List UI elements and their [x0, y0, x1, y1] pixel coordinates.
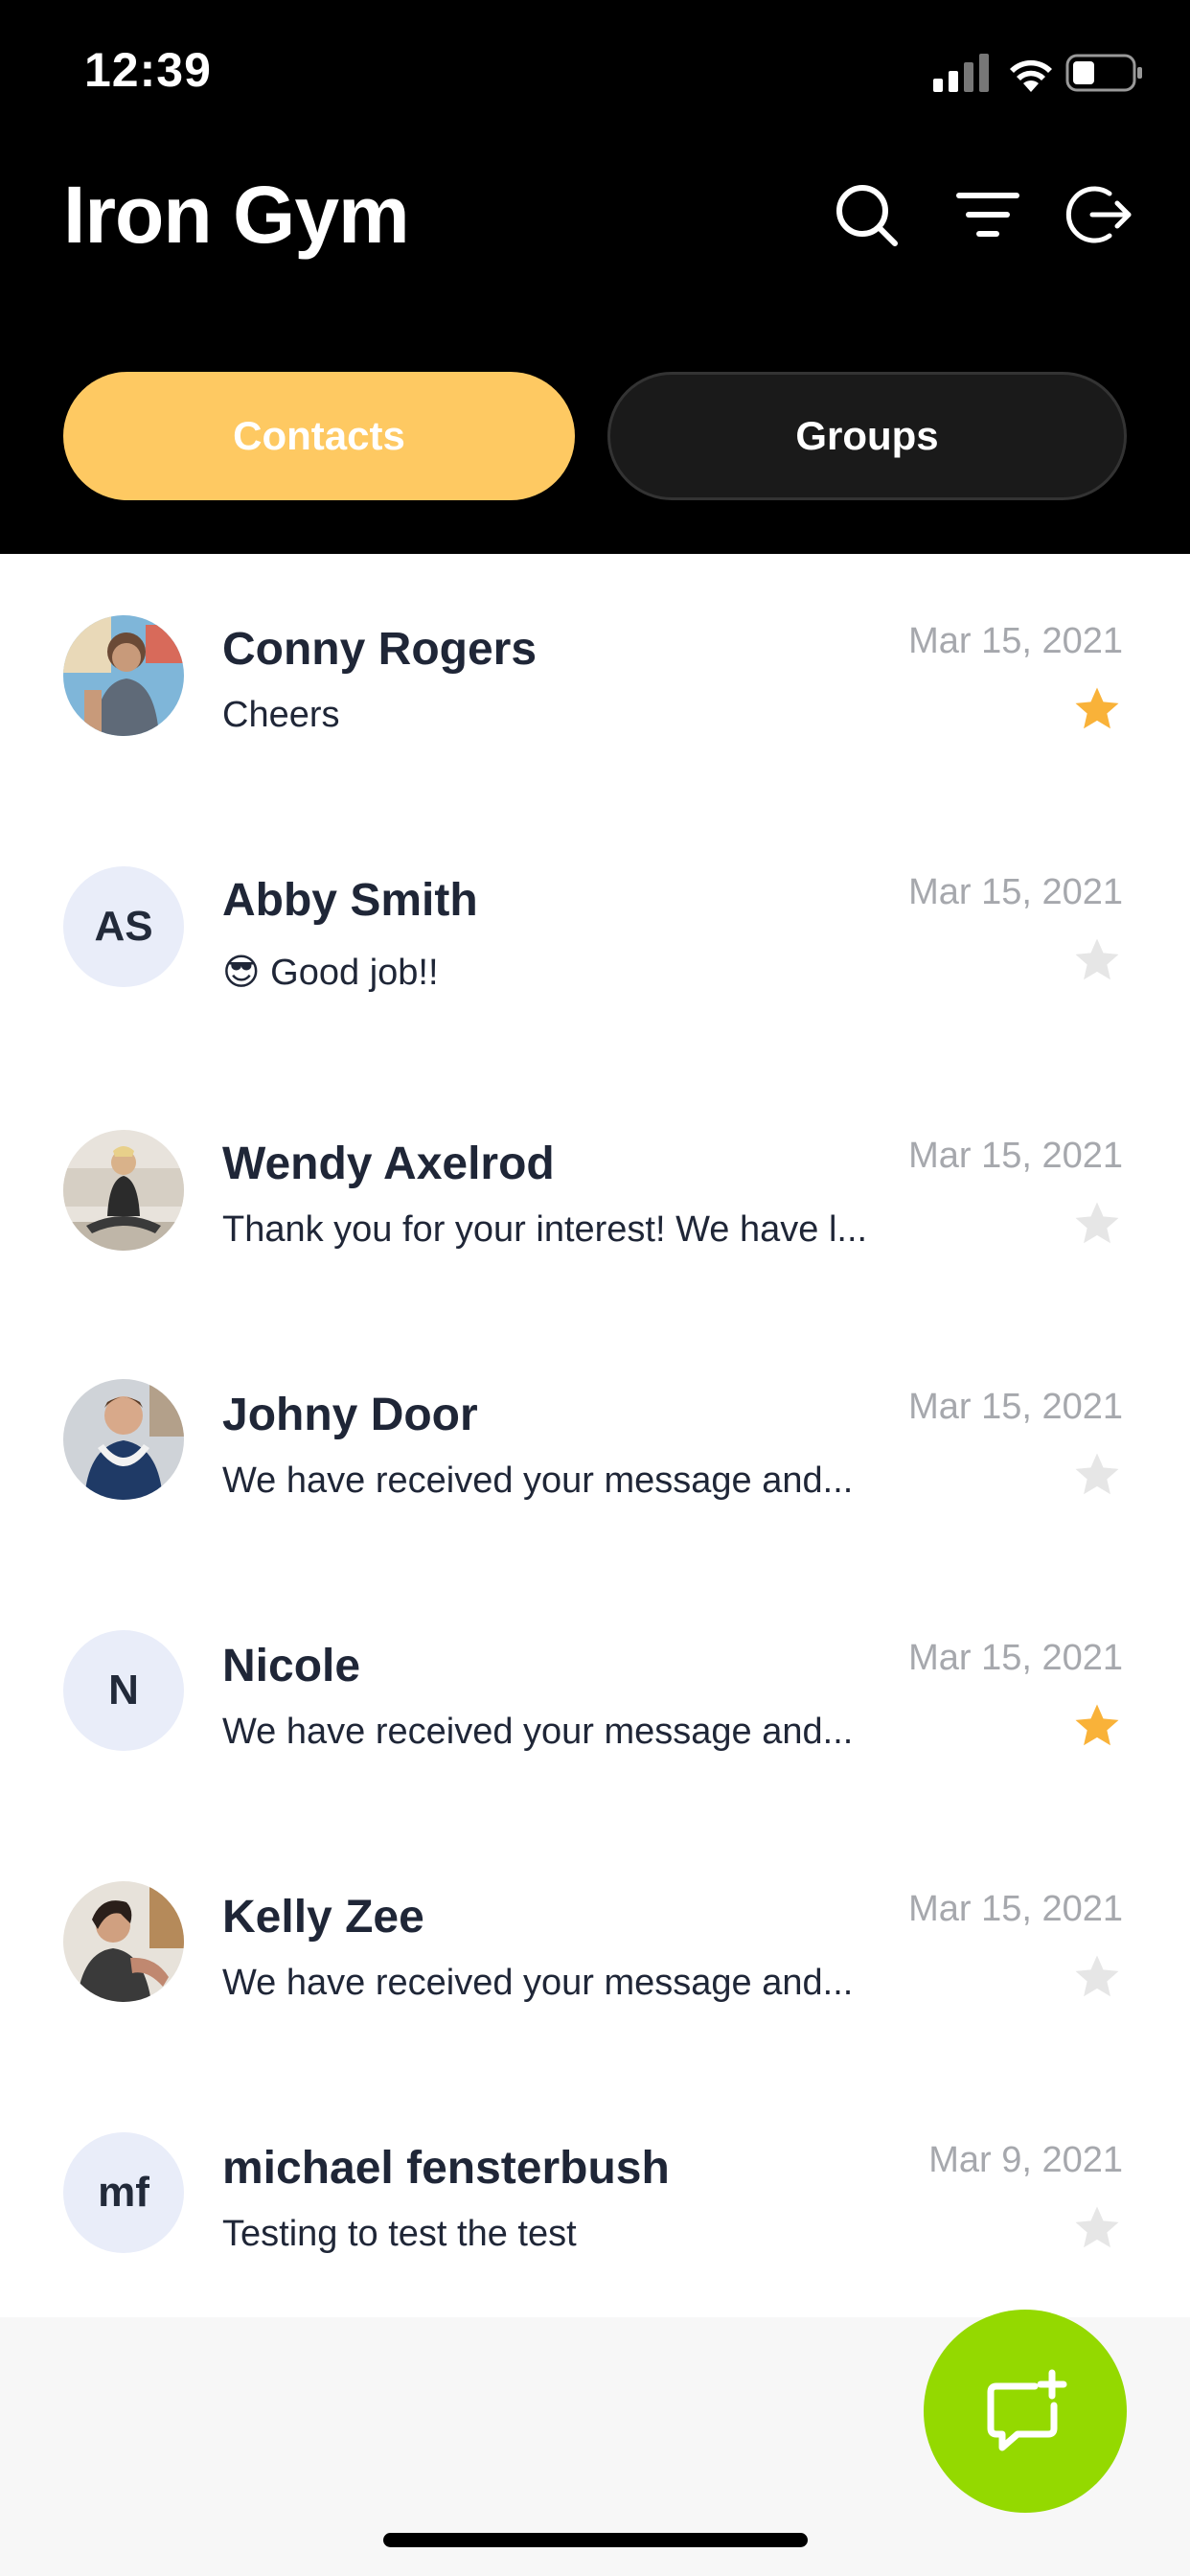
contact-message: We have received your message and...: [222, 1460, 854, 1501]
contact-row[interactable]: mf michael fensterbush Testing to test t…: [0, 2073, 1190, 2324]
tab-groups-label: Groups: [795, 413, 939, 458]
avatar: [63, 1881, 184, 2002]
new-message-button[interactable]: [924, 2310, 1127, 2513]
contact-row[interactable]: N Nicole We have received your message a…: [0, 1571, 1190, 1822]
search-icon: [836, 185, 898, 246]
contact-row[interactable]: Wendy Axelrod Thank you for your interes…: [0, 1069, 1190, 1320]
contact-name: Nicole: [222, 1641, 361, 1691]
star-icon[interactable]: [1071, 2202, 1123, 2254]
contact-date: Mar 15, 2021: [908, 621, 1123, 661]
search-button[interactable]: [832, 180, 901, 249]
avatar-photo: [63, 1379, 184, 1500]
star-icon-filled[interactable]: [1071, 1700, 1123, 1752]
avatar-photo: [63, 1881, 184, 2002]
avatar-initials: AS: [63, 866, 184, 987]
star-icon[interactable]: [1071, 1951, 1123, 2003]
logout-icon: [1065, 186, 1132, 243]
star-icon[interactable]: [1071, 934, 1123, 986]
contact-date: Mar 15, 2021: [908, 872, 1123, 912]
contact-name: Conny Rogers: [222, 624, 538, 675]
app-header: 12:39 Iron Gym Contacts Groups: [0, 0, 1190, 554]
avatar-photo: [63, 1130, 184, 1251]
cellular-signal-icon: [933, 54, 989, 92]
battery-icon: [1065, 54, 1142, 92]
contact-message: Testing to test the test: [222, 2214, 577, 2254]
contact-row[interactable]: Conny Rogers Cheers Mar 15, 2021: [0, 554, 1190, 805]
contact-row[interactable]: Johny Door We have received your message…: [0, 1320, 1190, 1571]
avatar: [63, 615, 184, 736]
avatar-initials: N: [63, 1630, 184, 1751]
tab-groups[interactable]: Groups: [607, 372, 1127, 500]
avatar-photo: [63, 615, 184, 736]
contact-row[interactable]: Kelly Zee We have received your message …: [0, 1822, 1190, 2073]
contact-date: Mar 15, 2021: [908, 1638, 1123, 1678]
wifi-icon: [1010, 59, 1052, 92]
contact-name: Johny Door: [222, 1390, 478, 1440]
contact-message: 😎 Good job!!: [222, 953, 439, 993]
contact-name: Wendy Axelrod: [222, 1138, 555, 1189]
contact-name: Kelly Zee: [222, 1892, 424, 1943]
contact-name: michael fensterbush: [222, 2143, 670, 2194]
contact-message: We have received your message and...: [222, 1712, 854, 1752]
contact-date: Mar 15, 2021: [908, 1889, 1123, 1929]
contact-name: Abby Smith: [222, 875, 478, 926]
status-time: 12:39: [84, 43, 212, 97]
contact-date: Mar 9, 2021: [928, 2140, 1123, 2180]
star-icon[interactable]: [1071, 1198, 1123, 1250]
contact-date: Mar 15, 2021: [908, 1387, 1123, 1427]
logout-button[interactable]: [1065, 180, 1134, 249]
contact-message: Thank you for your interest! We have l..…: [222, 1209, 868, 1250]
star-icon-filled[interactable]: [1071, 683, 1123, 735]
app-title: Iron Gym: [63, 170, 410, 260]
avatar: [63, 1379, 184, 1500]
contact-message: We have received your message and...: [222, 1963, 854, 2003]
contact-row[interactable]: AS Abby Smith 😎 Good job!! Mar 15, 2021: [0, 805, 1190, 1056]
home-indicator[interactable]: [383, 2533, 808, 2547]
contact-message: Cheers: [222, 695, 340, 735]
tab-contacts-label: Contacts: [233, 413, 405, 458]
tab-contacts[interactable]: Contacts: [63, 372, 575, 500]
contact-list: Conny Rogers Cheers Mar 15, 2021 AS Abby…: [0, 554, 1190, 2317]
star-icon[interactable]: [1071, 1449, 1123, 1501]
filter-button[interactable]: [953, 180, 1022, 249]
avatar-initials: mf: [63, 2132, 184, 2253]
status-icons: [933, 54, 1142, 92]
contact-date: Mar 15, 2021: [908, 1136, 1123, 1176]
new-chat-icon: [987, 2369, 1067, 2451]
avatar: [63, 1130, 184, 1251]
filter-icon: [956, 193, 1019, 237]
